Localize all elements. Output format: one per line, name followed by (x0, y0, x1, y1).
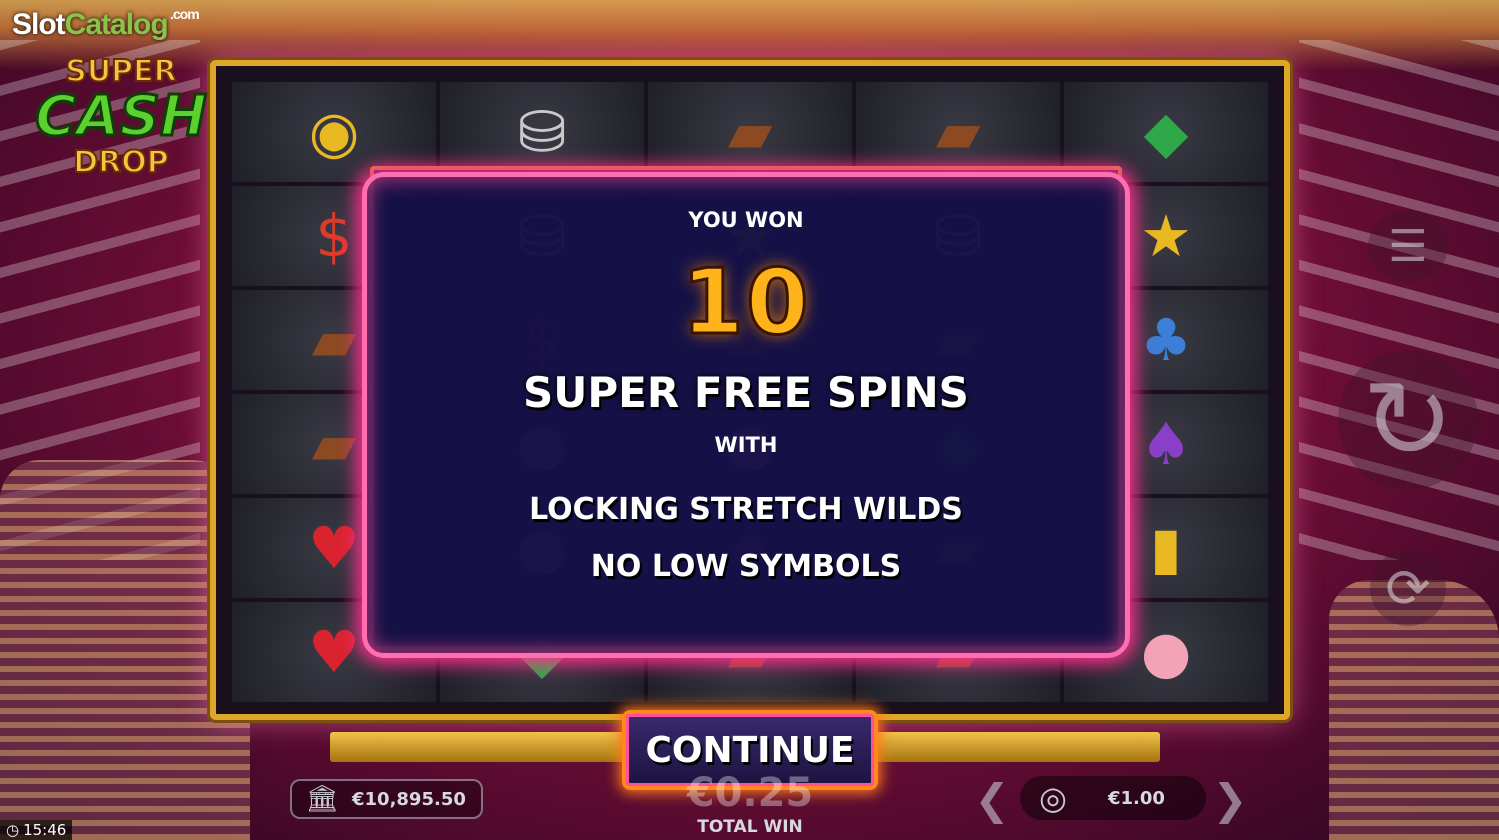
balance-box: 🏛 €10,895.50 (290, 779, 483, 819)
dollar-icon: $ (315, 202, 353, 270)
total-win-amount: €0.25 (686, 770, 814, 816)
clock-icon: ◷ (6, 821, 20, 839)
wallet-icon: ▰ (727, 98, 773, 166)
logo-drop-text: DROP (72, 144, 170, 181)
watermark-com-text: .com (170, 6, 200, 22)
chevron-right-icon: ❯ (1212, 774, 1248, 824)
bet-value: €1.00 (1108, 787, 1165, 809)
diamond-icon: ◆ (1143, 98, 1189, 166)
free-spins-title: SUPER FREE SPINS (523, 368, 969, 417)
spin-button[interactable]: ↻ (1338, 350, 1478, 490)
you-won-text: YOU WON (688, 208, 804, 232)
with-text: WITH (714, 433, 778, 457)
clock: ◷ 15:46 (0, 820, 73, 840)
balance-value: €10,895.50 (352, 788, 466, 810)
spin-arrow-icon: ↻ (1361, 356, 1455, 484)
coin-icon: ◉ (308, 98, 360, 166)
menu-button[interactable]: ☰ (1368, 210, 1448, 282)
piggy-icon: ● (1140, 618, 1192, 686)
spin-count: 10 (680, 249, 811, 357)
total-win-label: TOTAL WIN (697, 817, 803, 837)
wallet-icon: ▰ (311, 306, 357, 374)
heart-icon: ♥ (308, 618, 360, 686)
hamburger-icon: ☰ (1388, 220, 1428, 272)
wallet-icon: ▰ (935, 98, 981, 166)
club-icon: ♣ (1140, 306, 1192, 374)
bet-increase-button[interactable]: ❯ (1210, 774, 1250, 824)
watermark-logo: SlotCatalog .com (12, 6, 200, 42)
clock-time: 15:46 (23, 821, 67, 839)
bet-decrease-button[interactable]: ❮ (972, 774, 1012, 824)
watermark-catalog-text: Catalog (64, 8, 169, 41)
chips-icon: ⛁ (517, 98, 567, 166)
win-popup-content: YOU WON 10 SUPER FREE SPINS WITH LOCKING… (362, 172, 1130, 658)
logo-cash-text: CASH (34, 84, 209, 149)
game-logo: SUPER CASH DROP (6, 53, 236, 194)
autoplay-button[interactable]: ⟳ (1370, 550, 1446, 626)
chip-icon: ◎ (1039, 779, 1067, 817)
feature-no-low-symbols: NO LOW SYMBOLS (590, 549, 902, 584)
heart-icon: ♥ (308, 514, 360, 582)
chevron-left-icon: ❮ (974, 774, 1010, 824)
autoplay-icon: ⟳ (1385, 556, 1431, 620)
bonus-icon: ★ (1140, 202, 1192, 270)
spade-icon: ♠ (1140, 410, 1192, 478)
wallet-icon: ▰ (311, 410, 357, 478)
feature-locking-wilds: LOCKING STRETCH WILDS (529, 492, 963, 527)
watermark-slot-text: Slot (12, 8, 66, 41)
bank-icon: 🏛 (305, 784, 339, 814)
gold-bar-icon: ▮ (1150, 514, 1182, 582)
bet-box: ◎ €1.00 (1020, 776, 1206, 820)
